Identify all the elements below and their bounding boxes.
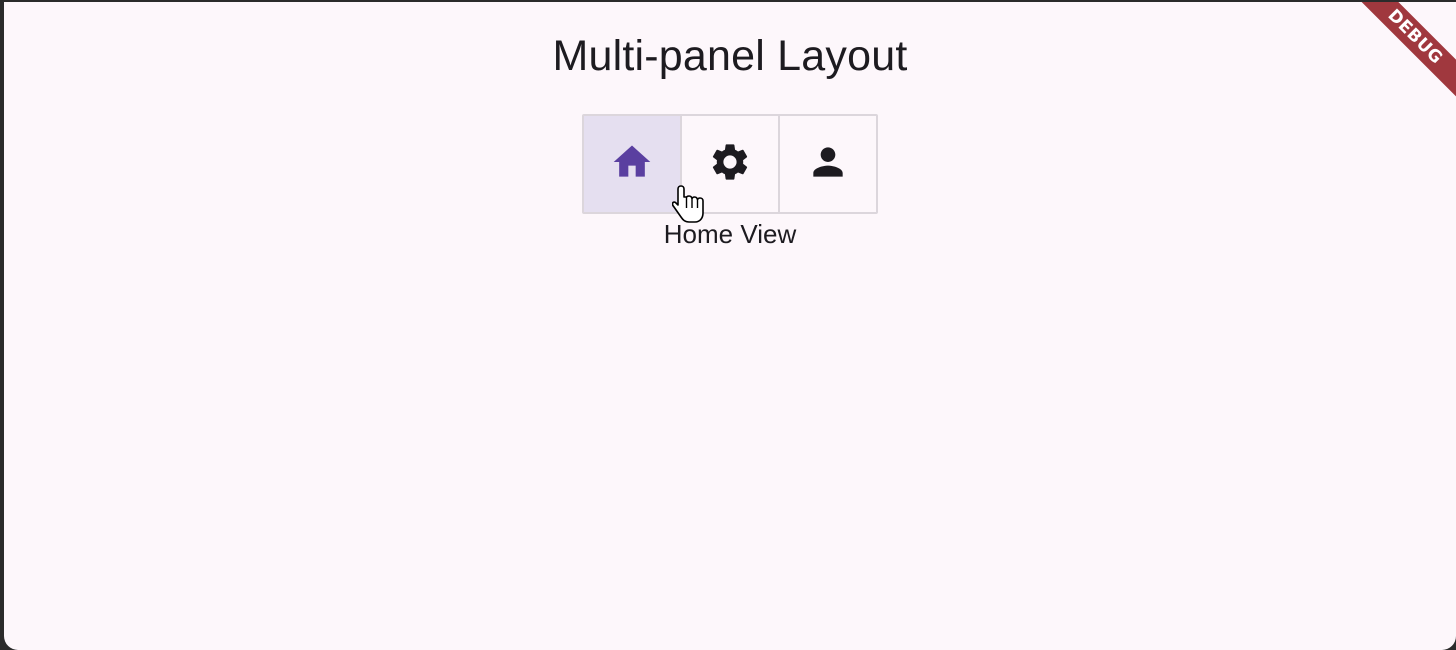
profile-toggle-button[interactable] (778, 116, 876, 212)
hand-cursor-icon (672, 185, 704, 223)
page-title: Multi-panel Layout (552, 32, 908, 80)
current-view-label: Home View (663, 219, 797, 249)
gear-icon (708, 140, 752, 189)
debug-banner: DEBUG (1336, 2, 1456, 122)
home-icon (610, 140, 654, 189)
view-toggle-group (582, 114, 878, 214)
person-icon (806, 140, 850, 189)
app-window: Multi-panel Layout Home View DEBUG (4, 2, 1456, 650)
home-toggle-button[interactable] (584, 116, 680, 212)
debug-banner-label: DEBUG (1352, 2, 1456, 100)
